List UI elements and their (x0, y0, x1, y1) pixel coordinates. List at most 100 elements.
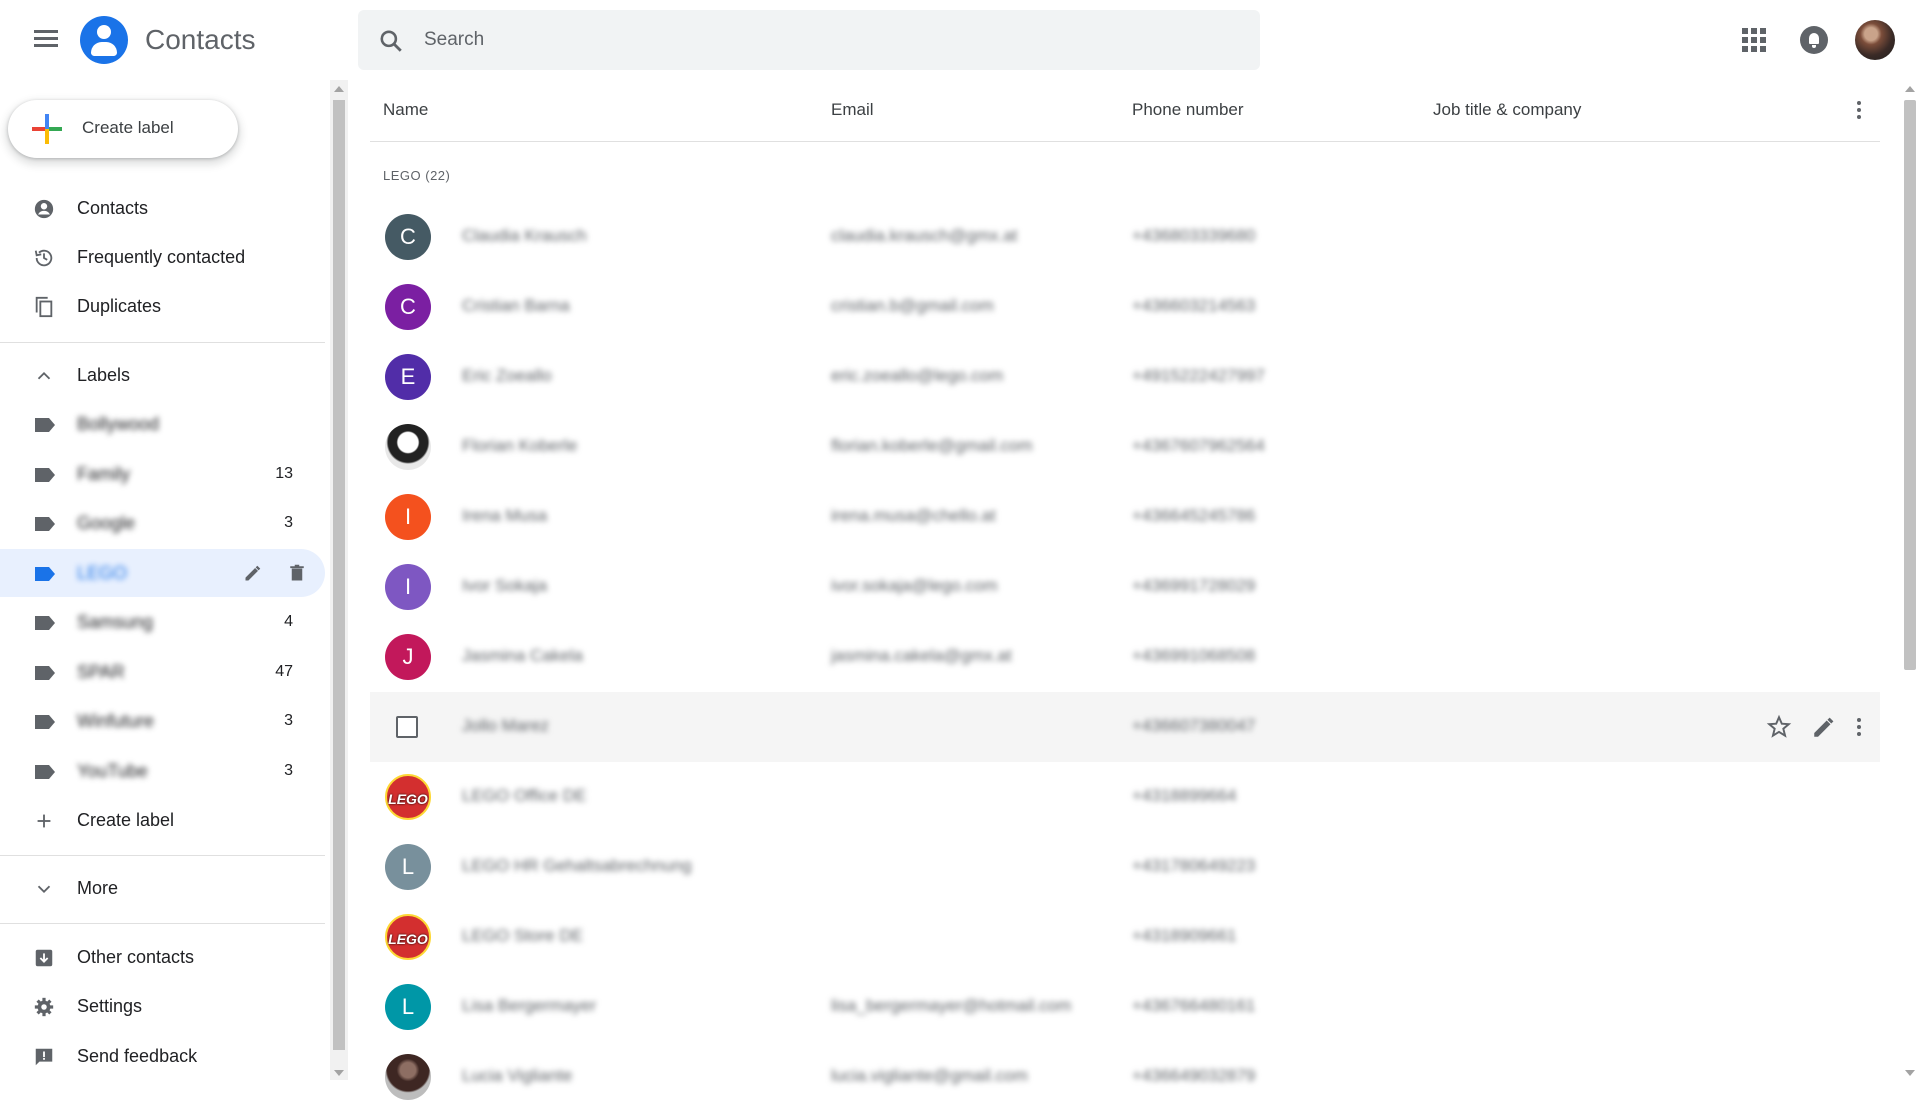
contact-avatar[interactable]: LEGO (385, 774, 431, 820)
contact-phone: +436991068508 (1132, 646, 1256, 665)
scroll-up-arrow-icon[interactable] (1905, 86, 1915, 92)
contact-row[interactable]: I Ivor Sokaja ivor.sokaja@lego.com +4369917… (370, 552, 1880, 622)
delete-label-icon[interactable] (288, 563, 306, 583)
label-name: Winfuture (77, 711, 155, 731)
sidebar-item-send-feedback[interactable]: Send feedback (0, 1032, 325, 1080)
contact-email: irena.musa@chello.at (831, 506, 996, 525)
contact-avatar[interactable]: L (385, 984, 431, 1030)
main-scrollbar[interactable] (1900, 80, 1920, 1080)
sidebar-label-item[interactable]: Bollywood (0, 400, 325, 448)
select-checkbox[interactable] (396, 716, 418, 738)
contact-row[interactable]: L Lisa Bergermayer lisa_bergermayer@hotmai… (370, 972, 1880, 1042)
label-icon (35, 567, 55, 581)
edit-icon[interactable] (1811, 714, 1837, 740)
label-icon (35, 616, 55, 630)
contact-email: cristian.b@gmail.com (831, 296, 994, 315)
contact-avatar[interactable]: C (385, 214, 431, 260)
star-icon[interactable] (1766, 714, 1792, 740)
labels-heading: Labels (77, 365, 131, 385)
divider (0, 855, 325, 856)
search-bar[interactable] (358, 10, 1260, 70)
column-header-name[interactable]: Name (383, 100, 428, 120)
notifications-icon[interactable] (1800, 26, 1828, 54)
sidebar-label-item[interactable]: Google 3 (0, 499, 325, 547)
label-name: Bollywood (77, 414, 160, 434)
contact-row[interactable]: E Eric Zoeallo eric.zoeallo@lego.com +49152… (370, 342, 1880, 412)
contact-email: florian.koberle@gmail.com (831, 436, 1033, 455)
contact-email: eric.zoeallo@lego.com (831, 366, 1004, 385)
contact-row[interactable]: Lucia Vigliante lucia.vigliante@gmail.com… (370, 1042, 1880, 1112)
feedback-icon (35, 1048, 53, 1066)
label-count: 47 (275, 663, 293, 680)
sidebar-label-item[interactable]: Family 13 (0, 450, 325, 498)
contact-row[interactable]: C Cristian Barna cristian.b@gmail.com +4366… (370, 272, 1880, 342)
sidebar-label-item[interactable]: YouTube 3 (0, 747, 325, 795)
contact-row[interactable]: J Jasmina Cakela jasmina.cakela@gmx.at +436… (370, 622, 1880, 692)
sidebar-item-duplicates[interactable]: Duplicates (0, 282, 325, 330)
contact-name: Ivor Sokaja (462, 576, 548, 595)
label-name: YouTube (77, 761, 148, 781)
contact-name: Claudia Krausch (462, 226, 587, 245)
edit-label-icon[interactable] (243, 563, 263, 583)
list-options-icon[interactable] (1856, 99, 1862, 121)
column-header-job-title[interactable]: Job title & company (1433, 100, 1581, 120)
contact-avatar[interactable]: J (385, 634, 431, 680)
label-icon (35, 418, 55, 432)
sidebar-scroll-thumb[interactable] (333, 100, 345, 1050)
label-count: 4 (284, 613, 293, 630)
sidebar: Create label Contacts Frequently contact… (0, 80, 330, 1080)
create-contact-button[interactable]: Create label (8, 100, 238, 158)
contact-avatar[interactable]: I (385, 564, 431, 610)
sidebar-item-settings[interactable]: Settings (0, 982, 325, 1030)
contact-avatar[interactable]: LEGO (385, 914, 431, 960)
contact-name: Irena Musa (462, 506, 548, 525)
contact-row[interactable]: Florian Koberle florian.koberle@gmail.com… (370, 412, 1880, 482)
contact-avatar[interactable]: I (385, 494, 431, 540)
create-label-button[interactable]: Create label (0, 796, 325, 844)
contact-row[interactable]: I Irena Musa irena.musa@chello.at +43664524… (370, 482, 1880, 552)
column-header-email[interactable]: Email (831, 100, 874, 120)
contact-avatar[interactable] (385, 1054, 431, 1100)
contact-row[interactable]: LEGO LEGO Store DE +4318909661 (370, 902, 1880, 972)
sidebar-item-contacts[interactable]: Contacts (0, 184, 325, 232)
scroll-down-arrow-icon[interactable] (1905, 1070, 1915, 1076)
labels-section-toggle[interactable]: Labels (0, 351, 325, 399)
contact-avatar[interactable] (385, 424, 431, 470)
more-toggle[interactable]: More (0, 864, 325, 912)
contact-row[interactable]: LEGO LEGO Office DE +4318899664 (370, 762, 1880, 832)
sidebar-label-item-active[interactable]: LEGO (0, 549, 325, 597)
sidebar-label-item[interactable]: Winfuture 3 (0, 697, 325, 745)
contact-avatar[interactable]: E (385, 354, 431, 400)
scroll-down-arrow-icon[interactable] (334, 1070, 344, 1076)
contact-name: LEGO HR Gehaltsabrechnung (462, 856, 692, 875)
scroll-up-arrow-icon[interactable] (334, 86, 344, 92)
more-actions-icon[interactable] (1856, 716, 1862, 738)
account-avatar[interactable] (1855, 20, 1895, 60)
main-scroll-thumb[interactable] (1904, 100, 1916, 670)
contact-row[interactable]: L LEGO HR Gehaltsabrechnung +431780649223 (370, 832, 1880, 902)
label-icon (35, 517, 55, 531)
google-apps-icon[interactable] (1742, 28, 1766, 52)
sidebar-label-item[interactable]: Samsung 4 (0, 598, 325, 646)
contact-phone: +4367607962564 (1132, 436, 1265, 455)
sidebar-label-item[interactable]: SPAR 47 (0, 648, 325, 696)
main-menu-icon[interactable] (26, 24, 64, 56)
top-app-bar: Contacts (0, 0, 1920, 80)
contact-name: Florian Koberle (462, 436, 578, 455)
contact-name: Cristian Barna (462, 296, 570, 315)
contact-avatar[interactable]: L (385, 844, 431, 890)
sidebar-item-frequently-contacted[interactable]: Frequently contacted (0, 233, 325, 281)
column-header-phone[interactable]: Phone number (1132, 100, 1244, 120)
sidebar-item-other-contacts[interactable]: Other contacts (0, 933, 325, 981)
contact-phone: +436803339680 (1132, 226, 1256, 245)
contact-avatar[interactable]: C (385, 284, 431, 330)
search-input[interactable] (424, 20, 1224, 60)
contact-email: ivor.sokaja@lego.com (831, 576, 998, 595)
contact-phone: +436766480161 (1132, 996, 1256, 1015)
search-icon[interactable] (378, 28, 404, 54)
contact-phone: +436645245786 (1132, 506, 1256, 525)
contact-row[interactable]: Jollo Marez +436607380047 (370, 692, 1880, 762)
sidebar-scrollbar[interactable] (330, 80, 348, 1080)
contact-row[interactable]: C Claudia Krausch claudia.krausch@gmx.at +4… (370, 202, 1880, 272)
contact-name: Lisa Bergermayer (462, 996, 597, 1015)
